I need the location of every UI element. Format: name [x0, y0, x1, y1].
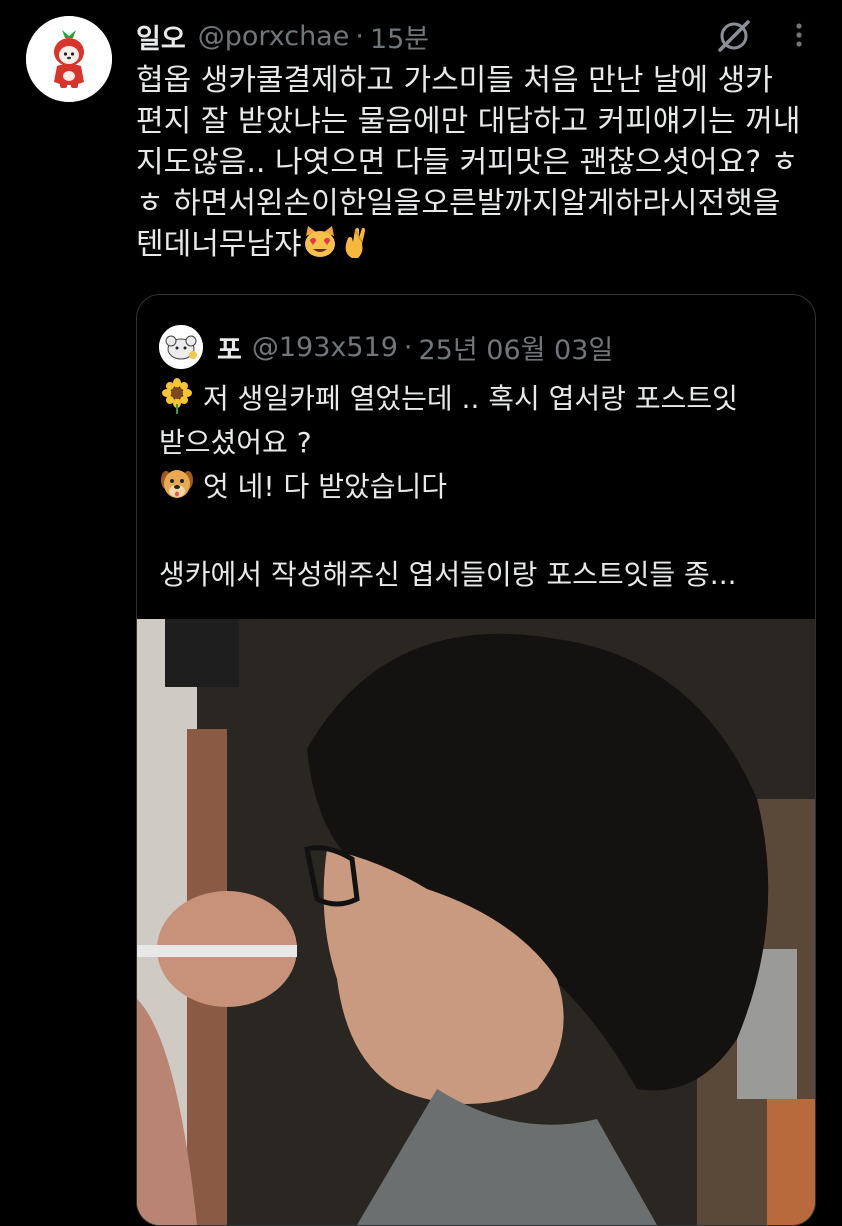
tweet-timestamp[interactable]: 15분	[370, 17, 429, 56]
quoted-text-line: 받으셨어요 ?	[159, 426, 312, 459]
crossed-fingers-icon	[345, 227, 365, 258]
quoted-author-avatar[interactable]	[159, 325, 203, 369]
tweet-text-line: 편지 잘 받았냐는 물음에만 대답하고 커피얘기는 꺼내	[136, 104, 801, 139]
quoted-text-line-1-row: 저 생일카페 열었는데 .. 혹시 엽서랑 포스트잇	[159, 377, 799, 421]
tweet-text-line: 지도않음.. 나엿으면 다들 커피맛은 괜찮으셧어요? ㅎ	[136, 145, 799, 180]
tweet-text: 협옵 생카쿨결제하고 가스미들 처음 만난 날에 생카 편지 잘 받았냐는 물음…	[136, 60, 826, 265]
quoted-text-line-3-row: 엇 네! 다 받았습니다	[159, 465, 799, 509]
quoted-author-handle[interactable]: @193x519	[252, 332, 398, 363]
author-display-name[interactable]: 일오	[136, 17, 186, 56]
tweet-text-line: 협옵 생카쿨결제하고 가스미들 처음 만난 날에 생카	[136, 63, 773, 98]
quoted-text-blank-line	[159, 509, 799, 553]
quoted-tweet-header: 포 @193x519 · 25년 06월 03일	[217, 325, 613, 369]
quoted-tweet-photo[interactable]	[137, 619, 815, 1225]
quoted-text-line: 엇 네! 다 받았습니다	[203, 470, 448, 503]
grok-icon[interactable]	[714, 16, 754, 56]
tweet-text-line: ㅎ 하면서왼손이한일을오른발까지알게하라시전햇을	[136, 186, 781, 221]
tweet-text-line-last: 텐데너무남쟈	[136, 224, 826, 265]
more-options-icon[interactable]	[784, 18, 814, 52]
sunflower-icon	[162, 378, 192, 414]
quoted-author-display-name[interactable]: 포	[217, 328, 242, 367]
quoted-tweet-card[interactable]: 포 @193x519 · 25년 06월 03일 저 생일카페 열었는데 .. …	[136, 294, 816, 1226]
quoted-tweet-text: 저 생일카페 열었는데 .. 혹시 엽서랑 포스트잇 받으셨어요 ? 엇 네! …	[159, 377, 799, 597]
author-handle[interactable]: @porxchae	[198, 21, 350, 52]
quoted-tweet-date: 25년 06월 03일	[418, 334, 614, 366]
quoted-text-line: 저 생일카페 열었는데 .. 혹시 엽서랑 포스트잇	[203, 382, 738, 415]
dog-face-icon	[161, 470, 193, 498]
heart-eyes-cat-icon	[304, 226, 335, 257]
tweet-text-line: 텐데너무남쟈	[136, 227, 302, 262]
quoted-header-separator: ·	[403, 331, 413, 363]
author-avatar[interactable]	[26, 16, 112, 102]
quoted-text-line: 생카에서 작성해주신 엽서들이랑 포스트잇들 종...	[159, 558, 737, 591]
header-separator: ·	[355, 20, 364, 52]
tweet-header: 일오 @porxchae · 15분	[136, 14, 429, 58]
